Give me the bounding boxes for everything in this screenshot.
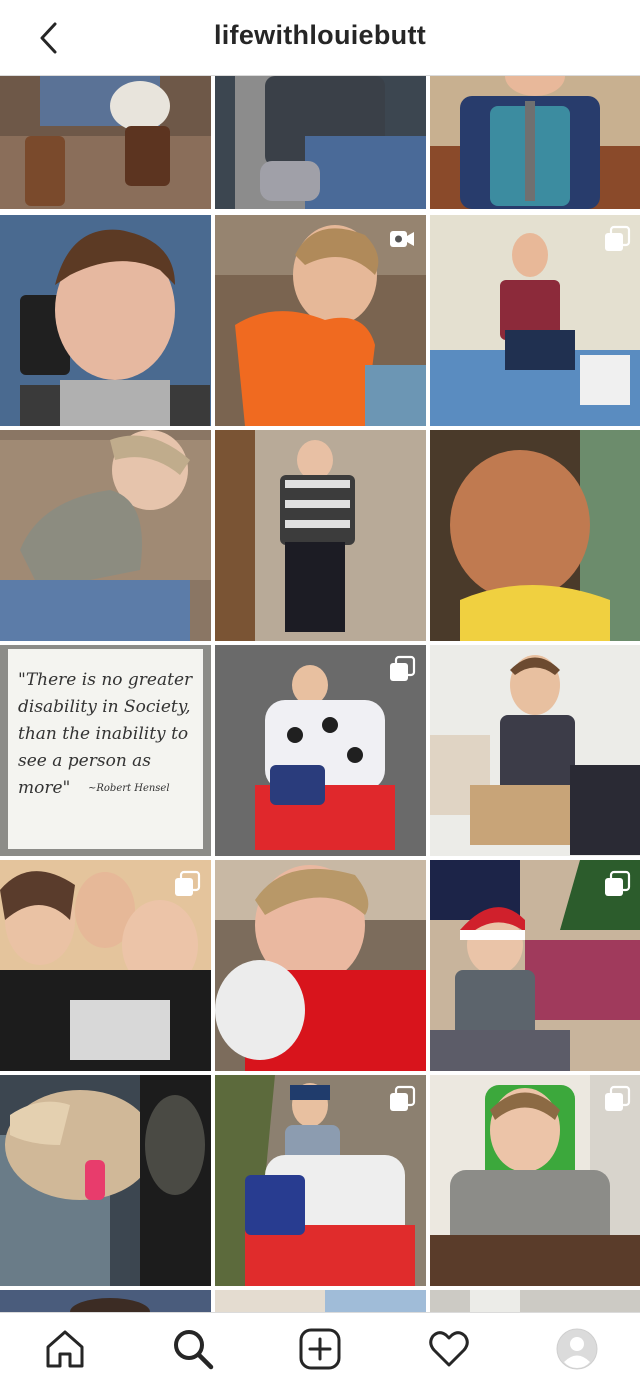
quote-author: ~Robert Hensel (88, 783, 170, 794)
post-thumbnail[interactable] (0, 215, 211, 426)
carousel-badge-icon (605, 870, 631, 896)
photo-boy-on-couch-boots (0, 76, 211, 209)
photo-dog-in-car (0, 1075, 211, 1286)
top-nav-bar: lifewithlouiebutt (0, 0, 640, 76)
carousel-badge-icon (390, 1085, 416, 1111)
carousel-badge-icon (605, 1085, 631, 1111)
post-thumbnail[interactable] (215, 645, 426, 856)
photo-partial (0, 1290, 211, 1312)
tab-new-post[interactable] (298, 1327, 342, 1371)
plus-square-icon (299, 1328, 341, 1370)
post-thumbnail[interactable] (430, 1290, 640, 1312)
post-thumbnail[interactable] (215, 1290, 426, 1312)
photo-partial (430, 1290, 640, 1312)
quote-text: "There is no greater disability in Socie… (18, 670, 193, 798)
photo-boy-in-harness (430, 76, 640, 209)
post-thumbnail[interactable] (430, 76, 640, 209)
post-thumbnail[interactable] (0, 860, 211, 1071)
photo-partial (215, 1290, 426, 1312)
heart-icon (429, 1331, 469, 1367)
post-thumbnail[interactable] (215, 860, 426, 1071)
post-thumbnail[interactable] (430, 645, 640, 856)
post-thumbnail[interactable] (430, 430, 640, 641)
post-thumbnail[interactable] (215, 76, 426, 209)
tab-profile[interactable] (555, 1327, 599, 1371)
post-thumbnail[interactable] (430, 1075, 640, 1286)
post-thumbnail[interactable]: "There is no greater disability in Socie… (0, 645, 211, 856)
post-thumbnail[interactable] (430, 860, 640, 1071)
post-thumbnail[interactable] (0, 430, 211, 641)
photo-boy-with-stuffed-animal (215, 860, 426, 1071)
whiteboard-quote: "There is no greater disability in Socie… (0, 645, 211, 856)
post-thumbnail[interactable] (0, 1075, 211, 1286)
post-thumbnail[interactable] (215, 1075, 426, 1286)
bottom-tab-bar (0, 1312, 640, 1386)
carousel-badge-icon (175, 870, 201, 896)
search-icon (174, 1330, 214, 1370)
photo-boy-plaid-shirt-laughing (430, 645, 640, 856)
carousel-badge-icon (605, 225, 631, 251)
post-grid: "There is no greater disability in Socie… (0, 76, 640, 1312)
home-icon (46, 1330, 84, 1368)
tab-search[interactable] (171, 1327, 215, 1371)
photo-boy-blue-backdrop (0, 215, 211, 426)
photo-boy-lying-on-carpet (215, 430, 426, 641)
post-thumbnail[interactable] (430, 215, 640, 426)
profile-username-title: lifewithlouiebutt (213, 20, 427, 50)
video-badge-icon (390, 231, 414, 247)
tab-activity[interactable] (427, 1327, 471, 1371)
photo-baby-smiling (430, 430, 640, 641)
photo-boy-on-couch-sweater (0, 430, 211, 641)
post-thumbnail[interactable] (215, 215, 426, 426)
post-thumbnail[interactable] (0, 1290, 211, 1312)
post-thumbnail[interactable] (0, 76, 211, 209)
avatar-icon (556, 1328, 598, 1370)
post-thumbnail[interactable] (215, 430, 426, 641)
tab-home[interactable] (43, 1327, 87, 1371)
photo-boy-in-car-seat (215, 76, 426, 209)
carousel-badge-icon (390, 655, 416, 681)
